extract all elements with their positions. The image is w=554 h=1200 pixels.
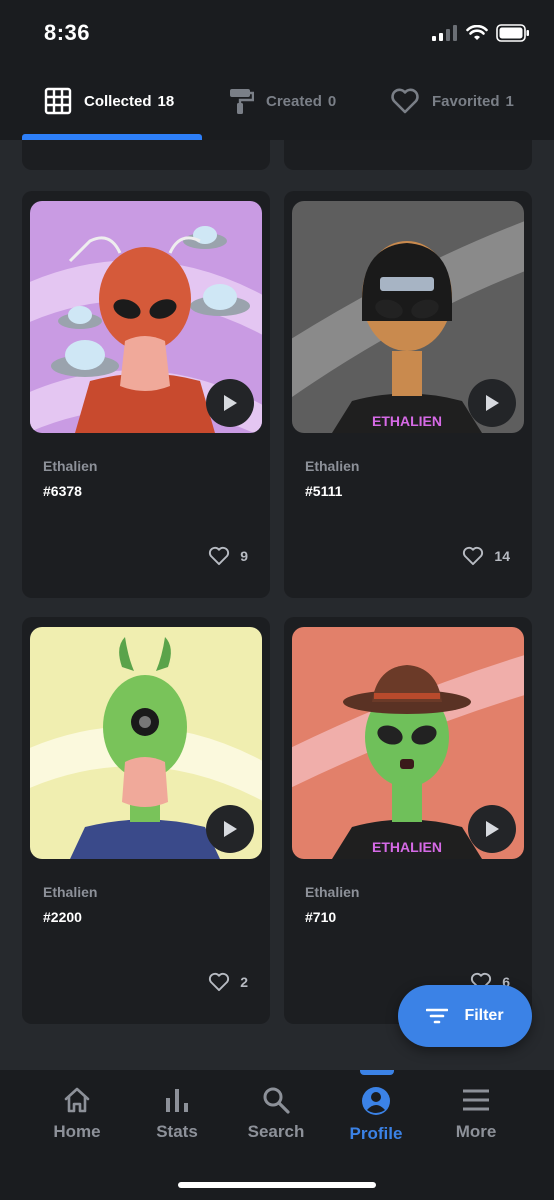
like-count-value: 2 bbox=[240, 974, 248, 990]
filter-label: Filter bbox=[464, 1007, 504, 1024]
collection-name[interactable]: Ethalien bbox=[305, 884, 359, 900]
wifi-icon bbox=[466, 25, 488, 40]
profile-tabs: Collected 18 Created 0 Favorited 1 bbox=[0, 66, 554, 140]
battery-icon bbox=[496, 24, 529, 42]
nft-image[interactable]: ETHALIEN bbox=[292, 201, 524, 433]
heart-icon bbox=[209, 546, 230, 566]
nav-label: Stats bbox=[156, 1122, 198, 1141]
svg-text:ETHALIEN: ETHALIEN bbox=[372, 839, 442, 855]
status-icons bbox=[432, 24, 530, 42]
like-count-value: 9 bbox=[240, 548, 248, 564]
cellular-signal-icon bbox=[432, 25, 457, 41]
tab-count: 18 bbox=[157, 92, 175, 110]
collection-name[interactable]: Ethalien bbox=[43, 458, 97, 474]
token-id: #2200 bbox=[43, 909, 82, 925]
play-button[interactable] bbox=[206, 379, 254, 427]
bar-chart-icon bbox=[166, 1089, 188, 1112]
grid-icon bbox=[44, 87, 72, 115]
nav-more[interactable]: More bbox=[426, 1086, 526, 1142]
nft-card[interactable]: Ethalien #6378 9 bbox=[22, 191, 270, 598]
nav-stats[interactable]: Stats bbox=[127, 1086, 227, 1142]
play-icon bbox=[224, 821, 237, 837]
nft-image[interactable] bbox=[30, 627, 262, 859]
tab-count: 0 bbox=[327, 92, 337, 110]
nft-card[interactable]: ETHALIEN Ethalien #5111 14 bbox=[284, 191, 532, 598]
nav-home[interactable]: Home bbox=[27, 1086, 127, 1142]
search-icon bbox=[263, 1087, 290, 1114]
home-indicator[interactable] bbox=[178, 1182, 376, 1188]
play-button[interactable] bbox=[468, 805, 516, 853]
nft-image[interactable] bbox=[30, 201, 262, 433]
play-button[interactable] bbox=[206, 805, 254, 853]
play-icon bbox=[486, 821, 499, 837]
like-count[interactable]: 14 bbox=[462, 546, 510, 566]
tab-label: Collected bbox=[84, 92, 152, 110]
nav-active-indicator bbox=[360, 1070, 394, 1075]
nav-label: Profile bbox=[349, 1124, 403, 1143]
status-bar: 8:36 bbox=[0, 0, 554, 66]
like-count-value: 14 bbox=[494, 548, 510, 564]
heart-icon bbox=[209, 972, 230, 992]
collection-name[interactable]: Ethalien bbox=[305, 458, 359, 474]
status-time: 8:36 bbox=[44, 20, 91, 45]
heart-icon bbox=[391, 88, 419, 114]
filter-icon bbox=[426, 1008, 449, 1024]
nft-image[interactable]: ETHALIEN bbox=[292, 627, 524, 859]
nft-card[interactable]: Ethalien #2200 2 bbox=[22, 617, 270, 1024]
collection-name[interactable]: Ethalien bbox=[43, 884, 97, 900]
token-id: #5111 bbox=[305, 483, 343, 499]
nav-label: Home bbox=[53, 1122, 101, 1141]
nav-label: More bbox=[455, 1122, 497, 1141]
filter-button[interactable]: Filter bbox=[398, 985, 532, 1047]
tab-collected[interactable]: Collected 18 bbox=[44, 84, 174, 118]
tab-label: Created bbox=[266, 92, 322, 110]
like-count[interactable]: 2 bbox=[208, 972, 248, 992]
profile-icon bbox=[362, 1087, 390, 1115]
token-id: #710 bbox=[305, 909, 337, 925]
heart-icon bbox=[463, 546, 484, 566]
play-icon bbox=[486, 395, 499, 411]
nft-card-partial[interactable] bbox=[284, 140, 532, 170]
nft-card[interactable]: ETHALIEN Ethalien #710 6 bbox=[284, 617, 532, 1024]
like-count[interactable]: 9 bbox=[208, 546, 248, 566]
play-button[interactable] bbox=[468, 379, 516, 427]
tab-created[interactable]: Created 0 bbox=[228, 84, 336, 118]
play-icon bbox=[224, 395, 237, 411]
menu-icon bbox=[463, 1089, 489, 1111]
token-id: #6378 bbox=[43, 483, 82, 499]
tab-count: 1 bbox=[505, 92, 514, 110]
paint-roller-icon bbox=[230, 89, 254, 114]
nft-card-partial[interactable] bbox=[22, 140, 270, 170]
svg-text:ETHALIEN: ETHALIEN bbox=[372, 413, 442, 429]
nav-label: Search bbox=[247, 1122, 305, 1141]
nft-grid: Ethalien #6378 9 ETHALIEN Ethalien #5111… bbox=[0, 140, 554, 1070]
nav-search[interactable]: Search bbox=[226, 1086, 326, 1142]
home-icon bbox=[64, 1087, 90, 1113]
bottom-navigation: Home Stats Search Profile More bbox=[0, 1070, 554, 1200]
nav-profile[interactable]: Profile bbox=[326, 1086, 426, 1144]
tab-label: Favorited bbox=[432, 92, 500, 110]
tab-favorited[interactable]: Favorited 1 bbox=[390, 84, 514, 118]
